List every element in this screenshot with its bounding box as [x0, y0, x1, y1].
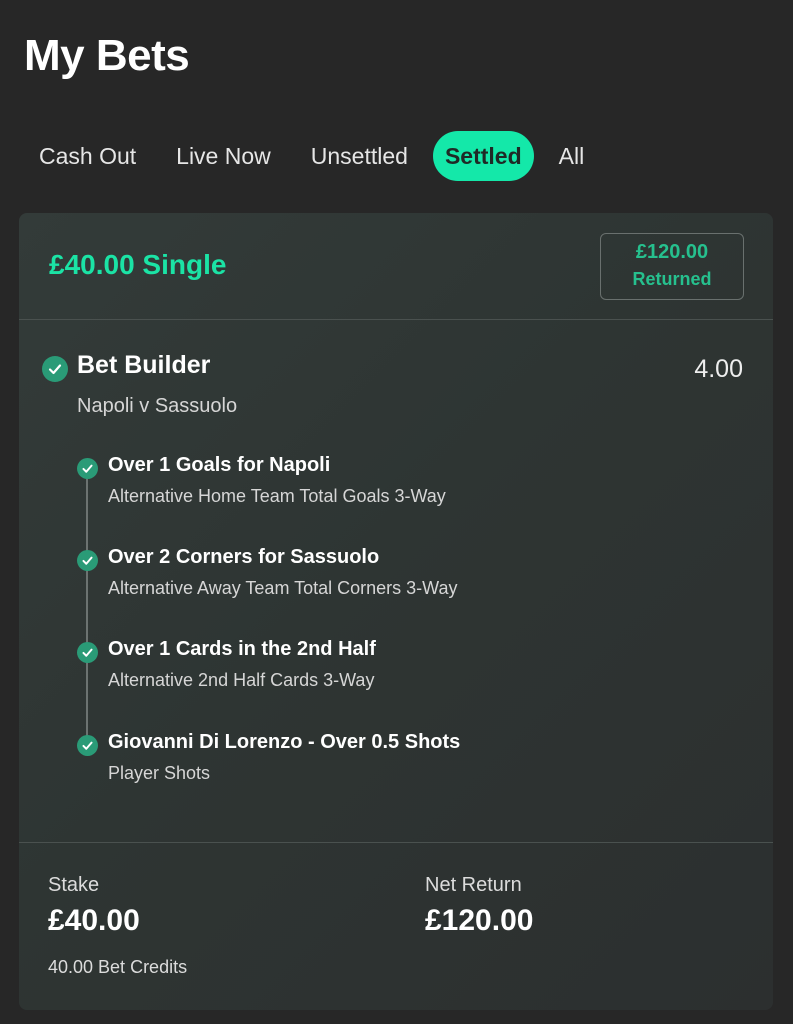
bet-leg: Giovanni Di Lorenzo - Over 0.5 Shots Pla… [19, 731, 773, 801]
returned-badge: £120.00 Returned [600, 233, 744, 300]
check-circle-icon [77, 642, 98, 663]
tab-unsettled[interactable]: Unsettled [296, 131, 423, 181]
leg-market: Player Shots [108, 763, 211, 783]
bet-odds: 4.00 [694, 355, 743, 383]
net-return-value: £120.00 [425, 904, 534, 937]
check-circle-icon [42, 356, 68, 382]
bet-card[interactable]: £40.00 Single £120.00 Returned Bet Build… [19, 213, 773, 1010]
stake-label: Stake [48, 874, 100, 896]
bet-builder-title: Bet Builder [77, 351, 211, 379]
net-return-label: Net Return [425, 874, 522, 896]
leg-market: Alternative 2nd Half Cards 3-Way [108, 670, 375, 690]
returned-amount: £120.00 [635, 241, 709, 263]
bet-summary: Stake £40.00 40.00 Bet Credits Net Retur… [19, 842, 773, 1010]
bet-credits-note: 40.00 Bet Credits [48, 957, 188, 977]
check-circle-icon [77, 735, 98, 756]
bet-card-header: £40.00 Single £120.00 Returned [19, 213, 773, 320]
tab-live-now[interactable]: Live Now [161, 131, 286, 181]
leg-selection: Giovanni Di Lorenzo - Over 0.5 Shots [108, 731, 461, 753]
page-title: My Bets [24, 31, 190, 80]
leg-market: Alternative Away Team Total Corners 3-Wa… [108, 578, 458, 598]
leg-selection: Over 2 Corners for Sassuolo [108, 546, 380, 568]
leg-selection: Over 1 Cards in the 2nd Half [108, 638, 376, 660]
check-circle-icon [77, 458, 98, 479]
returned-label: Returned [632, 269, 712, 289]
leg-selection: Over 1 Goals for Napoli [108, 454, 331, 476]
tab-settled[interactable]: Settled [432, 131, 534, 181]
bet-leg: Over 2 Corners for Sassuolo Alternative … [19, 546, 773, 616]
bet-leg: Over 1 Goals for Napoli Alternative Home… [19, 454, 773, 524]
stake-value: £40.00 [48, 904, 140, 937]
tab-all[interactable]: All [544, 131, 600, 181]
match-name: Napoli v Sassuolo [77, 395, 238, 417]
bet-title: £40.00 Single [49, 249, 227, 280]
bet-filter-tabs: Cash Out Live Now Unsettled Settled All [24, 131, 609, 181]
tab-cash-out[interactable]: Cash Out [24, 131, 151, 181]
check-circle-icon [77, 550, 98, 571]
bet-leg: Over 1 Cards in the 2nd Half Alternative… [19, 638, 773, 708]
leg-market: Alternative Home Team Total Goals 3-Way [108, 486, 446, 506]
